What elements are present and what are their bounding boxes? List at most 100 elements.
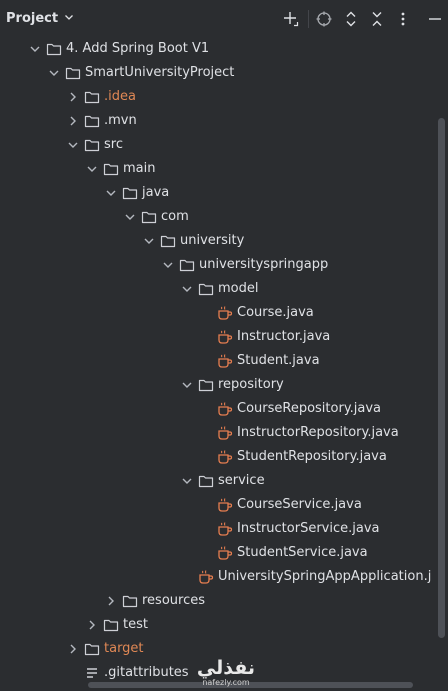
tree-item-label: StudentRepository.java [237, 449, 387, 464]
folder-icon [84, 641, 100, 657]
tree-folder-row[interactable]: 4. Add Spring Boot V1 [0, 37, 432, 61]
tree-item-label: Student.java [237, 353, 320, 368]
tree-item-label: CourseRepository.java [237, 401, 382, 416]
watermark-arabic: نفذلي [196, 657, 256, 679]
chevron-down-icon[interactable] [66, 138, 80, 152]
tree-file-row[interactable]: UniversitySpringAppApplication.java [0, 565, 432, 589]
tree-item-label: main [123, 161, 156, 176]
tree-item-label: UniversitySpringAppApplication.java [218, 569, 432, 584]
folder-icon [46, 41, 62, 57]
tree-folder-row[interactable]: src [0, 133, 432, 157]
folder-icon [84, 113, 100, 129]
folder-icon [84, 137, 100, 153]
chevron-down-icon[interactable] [180, 282, 194, 296]
project-tree[interactable]: 4. Add Spring Boot V1 SmartUniversityProj… [0, 37, 432, 689]
minimize-icon[interactable] [426, 10, 444, 28]
panel-title: Project [6, 10, 59, 26]
chevron-down-icon[interactable] [28, 42, 42, 56]
java-file-icon [217, 329, 233, 345]
tree-item-label: repository [218, 377, 284, 392]
tree-item-label: src [104, 137, 123, 152]
chevron-right-icon[interactable] [66, 90, 80, 104]
chevron-down-icon [64, 11, 74, 26]
tree-item-label: CourseService.java [237, 497, 362, 512]
locate-icon[interactable] [315, 10, 333, 28]
tree-folder-row[interactable]: university [0, 229, 432, 253]
tree-item-label: resources [142, 593, 206, 608]
tree-folder-row[interactable]: main [0, 157, 432, 181]
tree-folder-row[interactable]: repository [0, 373, 432, 397]
tree-folder-row[interactable]: com [0, 205, 432, 229]
tree-item-label: 4. Add Spring Boot V1 [66, 41, 210, 56]
java-file-icon [217, 449, 233, 465]
chevron-right-icon[interactable] [66, 114, 80, 128]
tree-file-row[interactable]: Instructor.java [0, 325, 432, 349]
tree-item-label: StudentService.java [237, 545, 368, 560]
java-file-icon [217, 497, 233, 513]
folder-icon [65, 65, 81, 81]
java-file-icon [217, 353, 233, 369]
tree-item-label: .gitattributes [104, 665, 189, 680]
tree-folder-row[interactable]: java [0, 181, 432, 205]
text-file-icon [84, 665, 100, 681]
expand-all-icon[interactable] [342, 10, 360, 28]
tree-folder-row[interactable]: SmartUniversityProject [0, 61, 432, 85]
folder-icon [198, 473, 214, 489]
tree-file-row[interactable]: InstructorRepository.java [0, 421, 432, 445]
tree-file-row[interactable]: CourseRepository.java [0, 397, 432, 421]
watermark-site: nafezly.com [202, 678, 250, 687]
tree-folder-row[interactable]: model [0, 277, 432, 301]
add-icon[interactable] [282, 10, 300, 28]
folder-icon [103, 161, 119, 177]
tree-item-label: .idea [104, 89, 136, 104]
chevron-down-icon[interactable] [47, 66, 61, 80]
tree-item-label: com [161, 209, 189, 224]
tree-folder-row[interactable]: resources [0, 589, 432, 613]
vertical-scrollbar[interactable] [438, 118, 445, 638]
tree-file-row[interactable]: CourseService.java [0, 493, 432, 517]
more-icon[interactable] [394, 10, 412, 28]
toolbar-divider [308, 10, 309, 28]
tree-file-row[interactable]: Course.java [0, 301, 432, 325]
tree-item-label: universityspringapp [199, 257, 329, 272]
tree-item-label: java [142, 185, 170, 200]
tree-folder-row[interactable]: .mvn [0, 109, 432, 133]
folder-icon [198, 377, 214, 393]
chevron-right-icon[interactable] [66, 642, 80, 656]
java-file-icon [217, 401, 233, 417]
tree-file-row[interactable]: Student.java [0, 349, 432, 373]
java-file-icon [198, 569, 214, 585]
tree-file-row[interactable]: StudentRepository.java [0, 445, 432, 469]
tree-folder-row[interactable]: test [0, 613, 432, 637]
tree-item-label: model [218, 281, 259, 296]
tree-folder-row[interactable]: service [0, 469, 432, 493]
chevron-down-icon[interactable] [180, 474, 194, 488]
chevron-down-icon[interactable] [85, 162, 99, 176]
java-file-icon [217, 305, 233, 321]
tree-item-label: InstructorRepository.java [237, 425, 399, 440]
folder-icon [122, 593, 138, 609]
folder-icon [122, 185, 138, 201]
chevron-down-icon[interactable] [161, 258, 175, 272]
tree-folder-row[interactable]: universityspringapp [0, 253, 432, 277]
folder-icon [198, 281, 214, 297]
tree-file-row[interactable]: InstructorService.java [0, 517, 432, 541]
chevron-down-icon[interactable] [142, 234, 156, 248]
java-file-icon [217, 545, 233, 561]
tree-item-label: target [104, 641, 144, 656]
tree-item-label: .mvn [104, 113, 137, 128]
tree-item-label: InstructorService.java [237, 521, 380, 536]
folder-icon [103, 617, 119, 633]
chevron-down-icon[interactable] [104, 186, 118, 200]
project-view-selector[interactable]: Project [6, 10, 74, 26]
chevron-down-icon[interactable] [180, 378, 194, 392]
chevron-right-icon[interactable] [104, 594, 118, 608]
tree-file-row[interactable]: StudentService.java [0, 541, 432, 565]
collapse-all-icon[interactable] [368, 10, 386, 28]
folder-icon [179, 257, 195, 273]
project-panel-header: Project [0, 0, 448, 38]
chevron-right-icon[interactable] [85, 618, 99, 632]
tree-folder-row[interactable]: .idea [0, 85, 432, 109]
chevron-down-icon[interactable] [123, 210, 137, 224]
folder-icon [84, 89, 100, 105]
